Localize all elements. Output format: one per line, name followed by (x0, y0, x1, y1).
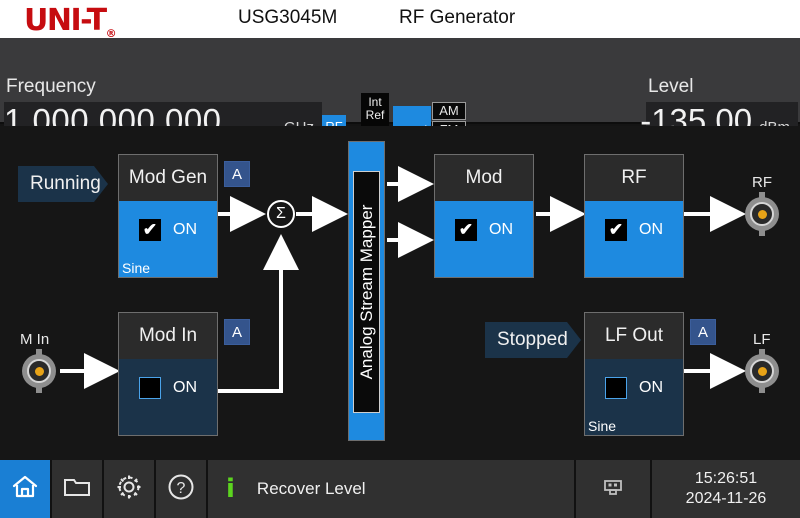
title-bar: UNI-T® USG3045M RF Generator (0, 0, 800, 38)
mod-gen-checkbox[interactable]: ✔ (139, 219, 161, 241)
block-lf-out-title: LF Out (585, 313, 683, 359)
block-lf-out-body: ON Sine (585, 359, 683, 435)
home-icon (10, 473, 40, 506)
status-message: Recover Level (257, 479, 366, 499)
settings-button[interactable] (104, 460, 156, 518)
mod-gen-waveform: Sine (122, 260, 150, 276)
m-in-connector-label: M In (20, 331, 49, 348)
block-mod-gen[interactable]: Mod Gen ✔ ON Sine (118, 154, 218, 278)
badge-a-lf-out[interactable]: A (690, 319, 716, 345)
brand-logo: UNI-T® (24, 3, 117, 40)
block-lf-out[interactable]: LF Out ON Sine (584, 312, 684, 436)
clock-date: 2024-11-26 (686, 489, 767, 509)
mod-checkbox[interactable]: ✔ (455, 219, 477, 241)
lf-connector-label: LF (753, 331, 771, 348)
usb-drive-icon (601, 476, 625, 503)
m-in-connector[interactable] (20, 352, 58, 390)
mod-type-am[interactable]: AM (432, 102, 466, 120)
block-mod-in-body: ON (119, 359, 217, 435)
signal-flow-diagram: Running Mod Gen ✔ ON Sine A Σ M In Mod I… (0, 126, 800, 460)
rf-output-connector[interactable] (743, 195, 781, 233)
mod-in-state-label: ON (173, 379, 197, 397)
mod-state-label: ON (489, 221, 513, 239)
block-mod-gen-body: ✔ ON Sine (119, 201, 217, 277)
files-button[interactable] (52, 460, 104, 518)
rf-connector-label: RF (752, 174, 772, 191)
block-mod-title: Mod (435, 155, 533, 201)
badge-a-mod-gen[interactable]: A (224, 161, 250, 187)
storage-button[interactable] (576, 460, 652, 518)
folder-icon (62, 474, 92, 505)
page-title: RF Generator (399, 7, 515, 29)
lf-out-state-label: ON (639, 379, 663, 397)
block-mod[interactable]: Mod ✔ ON (434, 154, 534, 278)
help-button[interactable]: ? (156, 460, 208, 518)
frequency-label: Frequency (6, 76, 96, 98)
rf-checkbox[interactable]: ✔ (605, 219, 627, 241)
clock-time: 15:26:51 (695, 469, 757, 489)
info-icon: i (226, 476, 235, 502)
stopped-status-tag: Stopped (485, 322, 581, 358)
clock-area: 15:26:51 2024-11-26 (652, 460, 800, 518)
question-icon: ? (166, 472, 196, 507)
mod-gen-state-label: ON (173, 221, 197, 239)
model-number: USG3045M (238, 7, 337, 29)
status-message-area: i Recover Level (208, 460, 576, 518)
summing-junction: Σ (267, 200, 295, 228)
lf-out-waveform: Sine (588, 418, 616, 434)
lf-out-checkbox[interactable] (605, 377, 627, 399)
lf-output-connector[interactable] (743, 352, 781, 390)
block-rf-body: ✔ ON (585, 201, 683, 277)
svg-text:?: ? (177, 480, 186, 497)
gear-icon (114, 472, 144, 507)
block-mod-in-title: Mod In (119, 313, 217, 359)
block-mod-gen-title: Mod Gen (119, 155, 217, 201)
badge-a-mod-in[interactable]: A (224, 319, 250, 345)
block-mod-in[interactable]: Mod In ON (118, 312, 218, 436)
rf-state-label: ON (639, 221, 663, 239)
analog-stream-mapper-label: Analog Stream Mapper (357, 205, 377, 380)
int-ref-line2: Ref (361, 109, 389, 122)
header-bar: Frequency 1.000 000 000 000 GHz RF On In… (0, 38, 800, 124)
bottom-toolbar: ? i Recover Level 15:26:51 2024-11-26 (0, 460, 800, 518)
block-mod-body: ✔ ON (435, 201, 533, 277)
running-status-tag: Running (18, 166, 108, 202)
block-rf[interactable]: RF ✔ ON (584, 154, 684, 278)
brand-logo-text: UNI-T (24, 3, 106, 38)
block-rf-title: RF (585, 155, 683, 201)
home-button[interactable] (0, 460, 52, 518)
analog-stream-mapper[interactable]: Analog Stream Mapper (348, 141, 385, 441)
level-label: Level (648, 76, 693, 98)
mod-in-checkbox[interactable] (139, 377, 161, 399)
